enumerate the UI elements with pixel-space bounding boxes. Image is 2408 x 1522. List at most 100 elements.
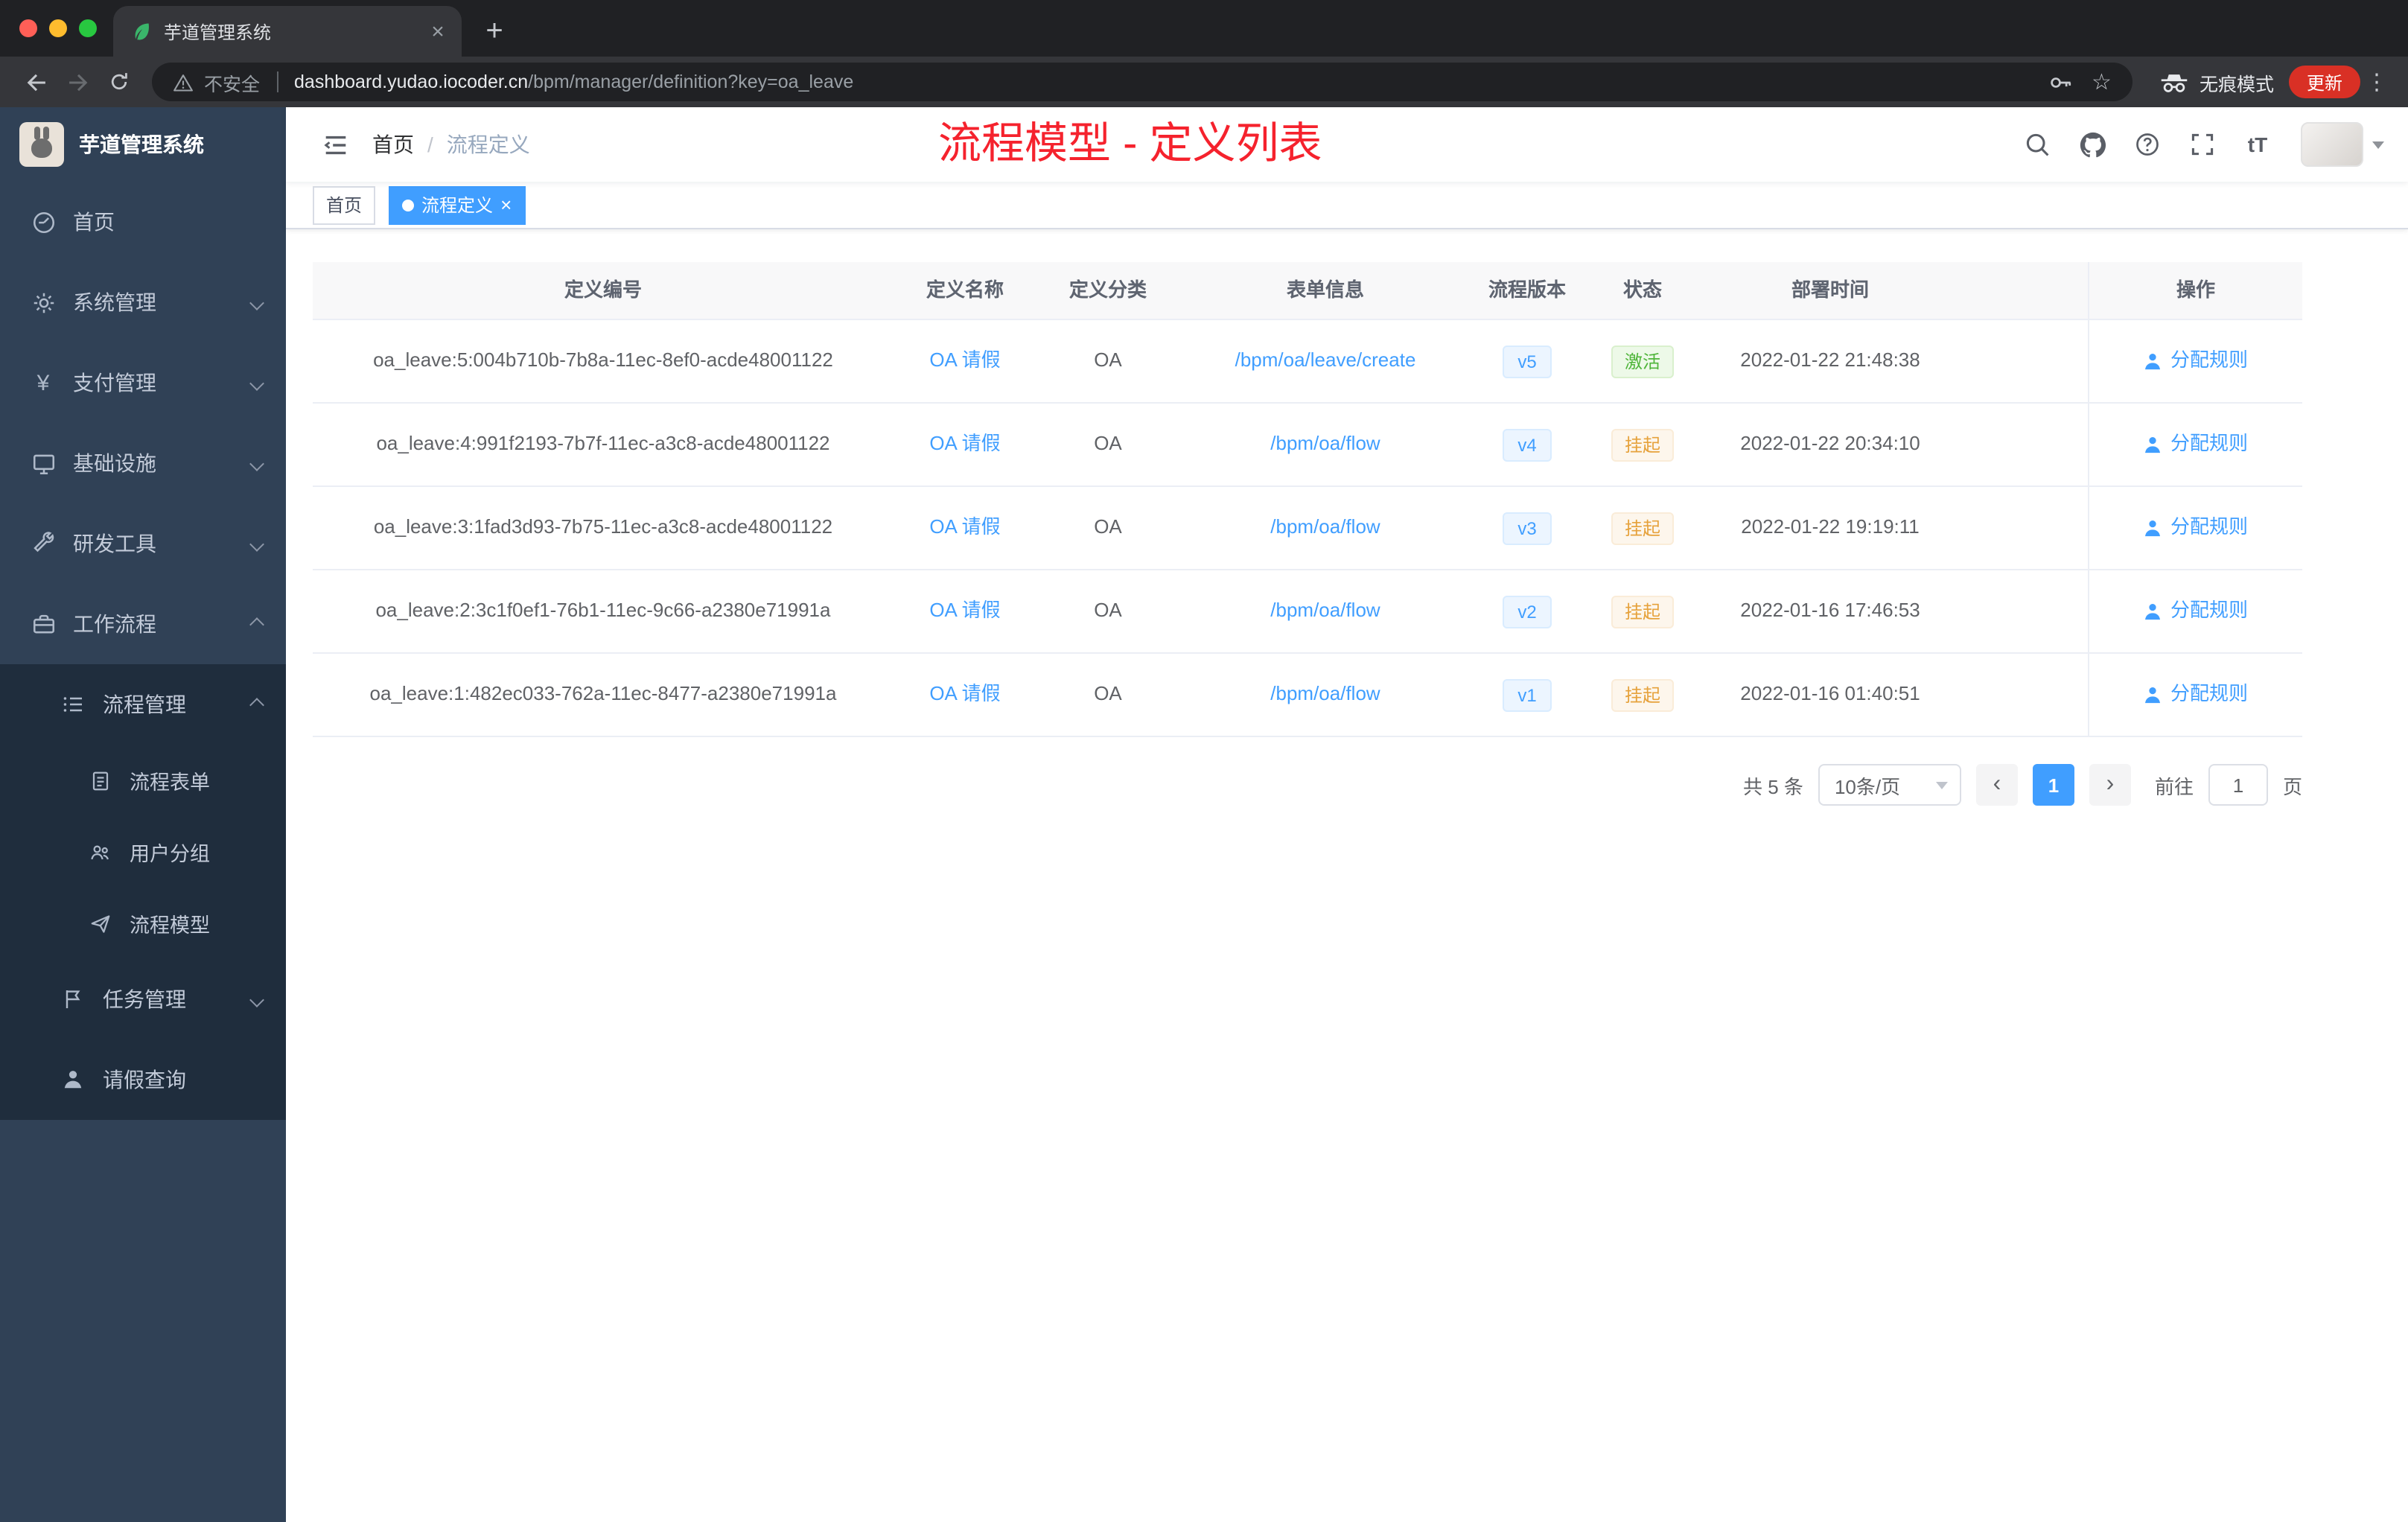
- sidebar-item-payment[interactable]: ¥ 支付管理: [0, 343, 286, 423]
- question-icon[interactable]: [2133, 130, 2162, 159]
- browser-menu-kebab-icon[interactable]: [2360, 69, 2393, 95]
- sidebar-item-user-group[interactable]: 用户分组: [0, 816, 286, 888]
- chevron-down-icon: [249, 375, 264, 390]
- assign-rule-label: 分配规则: [2170, 432, 2248, 455]
- form-link[interactable]: /bpm/oa/flow: [1270, 431, 1380, 458]
- hamburger-icon[interactable]: [310, 119, 360, 170]
- sidebar-item-label: 支付管理: [73, 371, 156, 395]
- form-link[interactable]: /bpm/oa/flow: [1270, 681, 1380, 708]
- assign-rule-link[interactable]: 分配规则: [2144, 598, 2248, 625]
- sidebar-item-label: 系统管理: [73, 290, 156, 314]
- cell-id: oa_leave:3:1fad3d93-7b75-11ec-a3c8-acde4…: [373, 515, 833, 538]
- maximize-window-button[interactable]: [79, 19, 97, 37]
- browser-tab[interactable]: 芋道管理系统: [113, 6, 462, 57]
- prev-page-button[interactable]: [1975, 764, 2018, 806]
- new-tab-button[interactable]: [474, 10, 515, 52]
- goto-unit: 页: [2282, 775, 2302, 797]
- column-header-category: 定义分类: [1068, 278, 1147, 301]
- user-avatar-menu[interactable]: [2301, 122, 2384, 167]
- breadcrumb-separator: /: [427, 133, 433, 156]
- form-link[interactable]: /bpm/oa/flow: [1270, 598, 1380, 625]
- version-badge: v4: [1503, 428, 1552, 461]
- pagination: 共 5 条 10条/页 1 前往 页: [313, 764, 2302, 806]
- back-icon[interactable]: [15, 61, 57, 103]
- logo-image: [19, 122, 64, 167]
- sidebar-menu: 首页 系统管理 ¥ 支付管理 基础设施 研发工具 工作流程 流程管理 流程表单 …: [0, 182, 286, 1120]
- next-page-button[interactable]: [2089, 764, 2131, 806]
- user-icon: [60, 1068, 86, 1092]
- definition-name-link[interactable]: OA 请假: [929, 515, 1000, 541]
- tag-process-definition[interactable]: 流程定义: [389, 185, 526, 224]
- user-icon: [2145, 520, 2161, 537]
- tab-close-icon[interactable]: [426, 19, 450, 43]
- app-logo: 芋道管理系统: [0, 107, 286, 182]
- definition-name-link[interactable]: OA 请假: [929, 598, 1000, 625]
- cell-spacer: [1958, 320, 2088, 402]
- list-icon: [60, 692, 86, 716]
- sidebar-item-infrastructure[interactable]: 基础设施: [0, 423, 286, 503]
- sidebar-item-leave-query[interactable]: 请假查询: [0, 1039, 286, 1120]
- assign-rule-label: 分配规则: [2170, 348, 2248, 372]
- chevron-down-icon: [1935, 781, 1948, 789]
- key-icon[interactable]: [2047, 69, 2072, 95]
- table-row: oa_leave:2:3c1f0ef1-76b1-11ec-9c66-a2380…: [313, 570, 2302, 654]
- assign-rule-link[interactable]: 分配规则: [2144, 681, 2248, 708]
- gear-icon: [30, 290, 57, 315]
- search-icon[interactable]: [2022, 130, 2052, 159]
- definition-name-link[interactable]: OA 请假: [929, 348, 1000, 375]
- definition-name-link[interactable]: OA 请假: [929, 681, 1000, 708]
- workflow-submenu: 流程管理 流程表单 用户分组 流程模型 任务管理 请假查询: [0, 664, 286, 1120]
- sidebar-item-label: 流程模型: [130, 914, 210, 937]
- sidebar-item-process-form[interactable]: 流程表单: [0, 745, 286, 816]
- close-window-button[interactable]: [19, 19, 37, 37]
- minimize-window-button[interactable]: [49, 19, 67, 37]
- tag-home[interactable]: 首页: [313, 185, 376, 224]
- star-icon[interactable]: [2092, 68, 2112, 96]
- fullscreen-icon[interactable]: [2188, 130, 2217, 159]
- table-row: oa_leave:5:004b710b-7b8a-11ec-8ef0-acde4…: [313, 320, 2302, 404]
- table-row: oa_leave:3:1fad3d93-7b75-11ec-a3c8-acde4…: [313, 487, 2302, 570]
- sidebar-item-home[interactable]: 首页: [0, 182, 286, 262]
- user-icon: [2145, 353, 2161, 370]
- form-link[interactable]: /bpm/oa/flow: [1270, 515, 1380, 541]
- window-controls: [19, 19, 97, 37]
- sidebar-item-process-management[interactable]: 流程管理: [0, 664, 286, 745]
- github-icon[interactable]: [2077, 130, 2107, 159]
- column-header-form: 表单信息: [1286, 278, 1364, 301]
- monitor-icon: [30, 450, 57, 476]
- goto-page-input[interactable]: [2208, 764, 2268, 806]
- assign-rule-link[interactable]: 分配规则: [2144, 431, 2248, 458]
- sidebar-item-workflow[interactable]: 工作流程: [0, 584, 286, 664]
- user-icon: [2145, 687, 2161, 704]
- definition-name-link[interactable]: OA 请假: [929, 431, 1000, 458]
- status-badge: 挂起: [1611, 512, 1674, 544]
- sidebar-item-task-management[interactable]: 任务管理: [0, 959, 286, 1039]
- active-dot: [402, 199, 415, 211]
- font-size-icon[interactable]: [2243, 130, 2272, 159]
- user-icon: [2145, 436, 2161, 453]
- assign-rule-link[interactable]: 分配规则: [2144, 348, 2248, 375]
- sidebar-item-process-model[interactable]: 流程模型: [0, 888, 286, 959]
- address-bar[interactable]: 不安全 dashboard.yudao.iocoder.cn/bpm/manag…: [152, 63, 2133, 101]
- page-size-select[interactable]: 10条/页: [1818, 764, 1961, 806]
- app-shell: 芋道管理系统 首页 系统管理 ¥ 支付管理 基础设施 研发工具 工作流程 流程管…: [0, 107, 2408, 1522]
- assign-rule-label: 分配规则: [2170, 515, 2248, 538]
- sidebar-item-system[interactable]: 系统管理: [0, 262, 286, 343]
- update-button[interactable]: 更新: [2288, 66, 2360, 98]
- cell-category: OA: [1094, 599, 1122, 622]
- sidebar-item-devtools[interactable]: 研发工具: [0, 503, 286, 584]
- breadcrumb: 首页 / 流程定义: [372, 130, 530, 159]
- cell-id: oa_leave:2:3c1f0ef1-76b1-11ec-9c66-a2380…: [375, 599, 831, 622]
- current-page-button[interactable]: 1: [2032, 764, 2074, 806]
- paper-plane-icon: [86, 912, 113, 934]
- yen-icon: ¥: [36, 370, 50, 395]
- tag-close-icon[interactable]: [500, 195, 512, 214]
- cell-category: OA: [1094, 432, 1122, 455]
- assign-rule-link[interactable]: 分配规则: [2144, 515, 2248, 541]
- warning-triangle-icon: [173, 72, 194, 92]
- forward-icon[interactable]: [57, 61, 98, 103]
- breadcrumb-home[interactable]: 首页: [372, 130, 414, 159]
- form-link[interactable]: /bpm/oa/leave/create: [1235, 348, 1416, 375]
- version-badge: v5: [1503, 345, 1552, 378]
- reload-icon[interactable]: [98, 61, 140, 103]
